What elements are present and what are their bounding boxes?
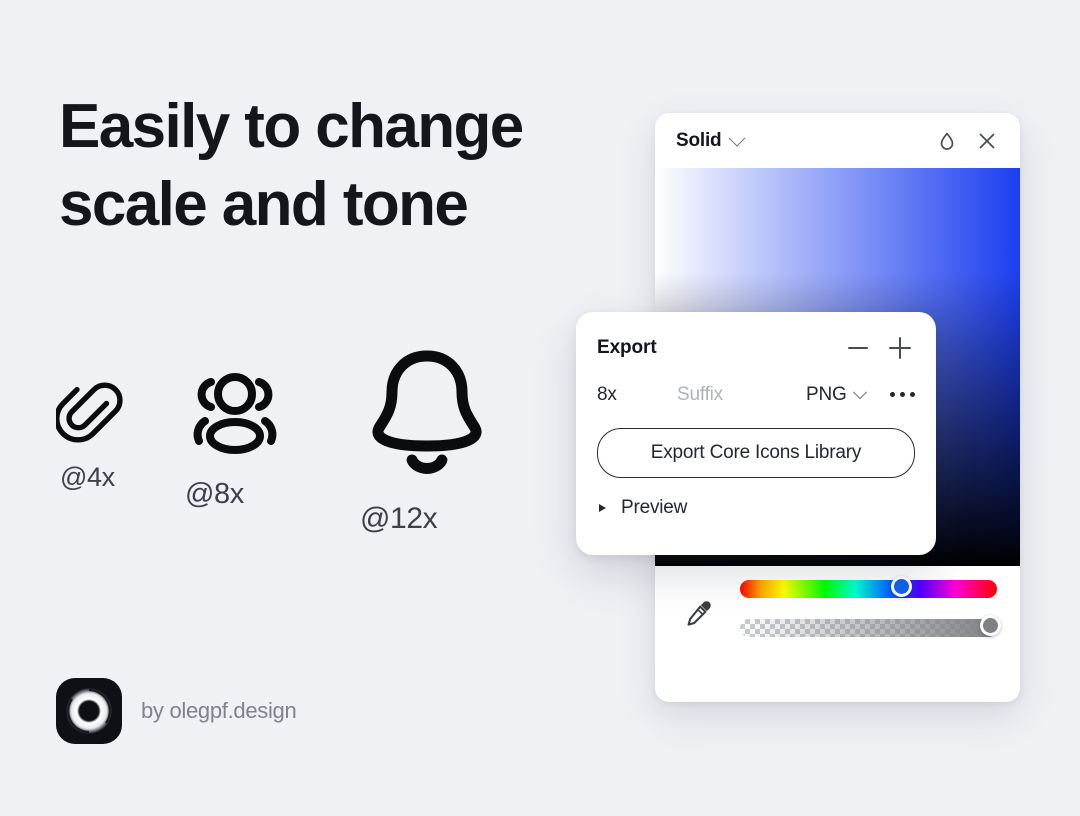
bell-icon [372,350,482,474]
eyedropper-icon[interactable] [682,596,716,630]
export-panel: Export 8x Suffix PNG Export Core Icons L… [576,312,936,555]
brand-credit: by olegpf.design [141,698,297,723]
export-title: Export [597,337,657,358]
close-icon[interactable] [974,128,1000,154]
export-format-selector[interactable]: PNG [806,382,867,406]
export-settings-row: 8x Suffix PNG [597,382,915,418]
droplet-icon[interactable] [934,128,960,154]
chevron-down-icon[interactable] [852,385,867,400]
headline-line-1: Easily to change [59,92,524,161]
dot-2 [900,392,905,397]
swirl-glyph [66,688,112,734]
alpha-slider-handle[interactable] [980,614,1001,636]
preview-disclosure[interactable]: Preview [597,497,915,519]
icon-label-4x: @4x [60,462,115,492]
icon-showcase-item-8x: @8x [183,368,287,511]
export-scale-field[interactable]: 8x [597,382,677,406]
headline-line-2: scale and tone [59,170,469,239]
color-mode-label: Solid [676,129,722,151]
dot-3 [910,392,915,397]
poster-canvas: Easily to change scale and tone @4x @8x [0,0,1080,816]
icon-label-12x: @12x [360,502,438,535]
icon-showcase-item-12x: @12x [360,340,494,536]
olegpf-swirl-logo [56,678,122,744]
slider-zone [655,566,1020,662]
triangle-right-icon [599,504,606,512]
users-group-icon [193,373,277,454]
export-format-label: PNG [806,384,847,405]
export-library-button[interactable]: Export Core Icons Library [597,428,915,478]
export-panel-header: Export [597,334,915,362]
preview-label: Preview [621,497,688,518]
more-options-icon[interactable] [890,382,915,397]
chevron-down-icon[interactable] [728,129,746,147]
alpha-slider[interactable] [740,614,1001,637]
hue-slider-handle[interactable] [891,575,912,597]
brand-footer: by olegpf.design [56,678,297,744]
page-title: Easily to change scale and tone [59,88,619,244]
export-suffix-input[interactable]: Suffix [677,382,782,406]
remove-export-setting-button[interactable] [843,333,873,363]
add-export-setting-button[interactable] [885,333,915,363]
icon-showcase-item-4x: @4x [56,378,128,493]
minus-icon [848,347,868,349]
plus-icon-vertical [899,337,901,359]
dot-1 [890,392,895,397]
color-picker-header: Solid [655,113,1020,168]
hue-slider[interactable] [740,575,997,598]
icon-label-8x: @8x [185,478,244,510]
export-suffix-placeholder: Suffix [677,384,723,405]
paperclip-icon [56,382,123,443]
